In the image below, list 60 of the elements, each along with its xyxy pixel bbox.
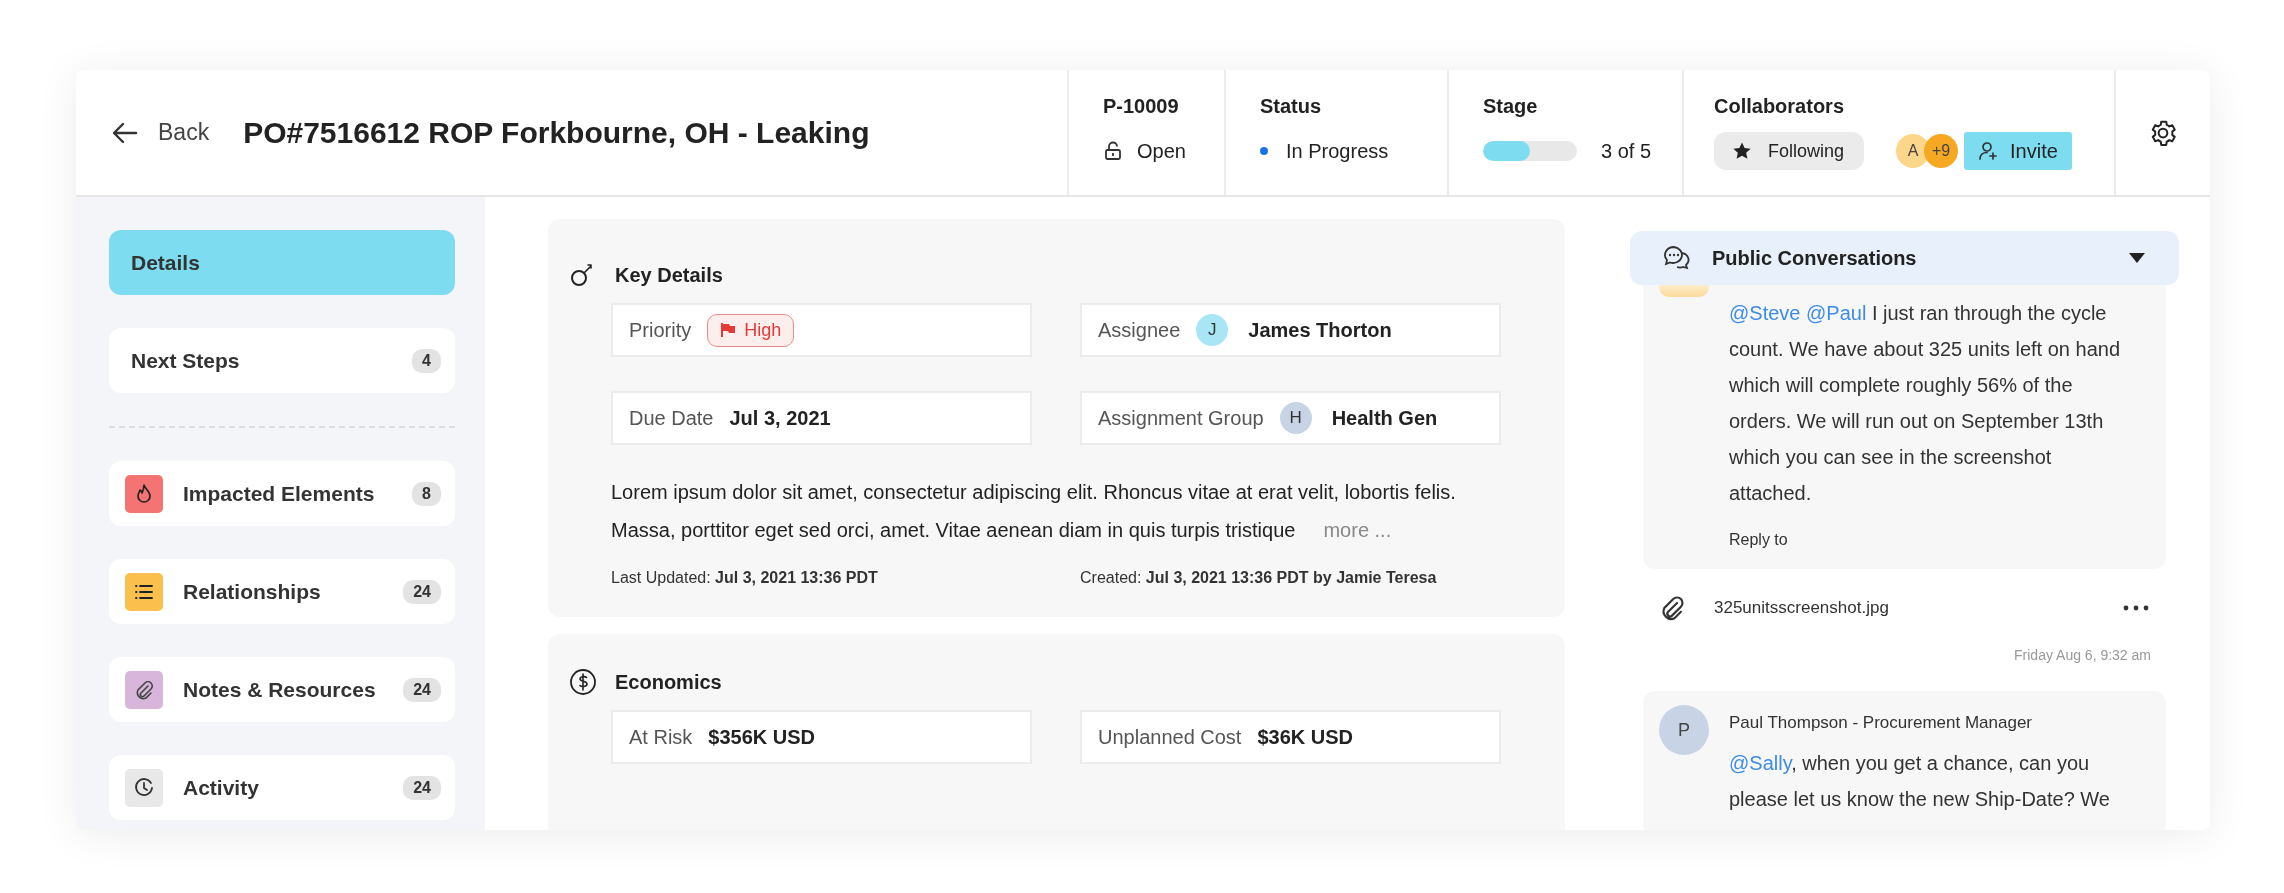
sidebar-item[interactable]: Impacted Elements 8	[109, 461, 455, 526]
user-avatar: P	[1659, 705, 1709, 755]
sidebar-item[interactable]: Notes & Resources 24	[109, 657, 455, 722]
field-label: Unplanned Cost	[1098, 725, 1242, 749]
padlock-icon	[1103, 141, 1123, 161]
caret-icon	[2127, 251, 2147, 265]
created-text: Created: Jul 3, 2021 13:36 PDT by Jamie Teresa	[1080, 569, 1438, 587]
back-arrow-icon	[112, 121, 138, 144]
field-label: Assignment Group	[1098, 406, 1264, 430]
stage-reading: 3 of 5	[1601, 139, 1652, 163]
message-text: @Steve @Paul I just ran through the cycle count. We have about 325 units left on hand which will complete roughly 56% of the orders. We will run out on September 13th which you can see in the screenshot attached.	[1729, 301, 2122, 506]
conversations-header[interactable]: Public Conversations	[1630, 231, 2179, 285]
ticket-id: P-10009	[1103, 95, 1180, 118]
more-options-button[interactable]	[2123, 605, 2149, 611]
sidebar-item[interactable]: Relationships 24	[109, 559, 455, 624]
item-count: 24	[403, 775, 441, 800]
section-title: Economics	[615, 670, 722, 694]
field-label: Assignee	[1098, 318, 1181, 342]
dollar-icon	[569, 668, 597, 696]
collaborators-label: Collaborators	[1714, 95, 1846, 118]
sidebar-item[interactable]: Next Steps 4	[109, 328, 455, 393]
stage-label: Stage	[1483, 95, 1539, 118]
page-title: PO#7516612 ROP Forkbourne, OH - Leaking	[243, 115, 870, 150]
following-button[interactable]: Following	[1714, 132, 1865, 170]
reply-link[interactable]: Reply to	[1729, 531, 2139, 549]
priority-tag: High	[707, 313, 795, 347]
invite-button[interactable]: Invite	[1964, 132, 2072, 170]
status-label: Status	[1260, 95, 1323, 118]
chat-icon	[1662, 244, 1692, 272]
message-author: Paul Thompson - Procurement Manager	[1729, 713, 2033, 733]
field-value: James Thorton	[1248, 318, 1392, 342]
collaborator-avatar[interactable]: +9	[1924, 134, 1959, 168]
item-count: 24	[403, 677, 441, 702]
field-value: Jul 3, 2021	[729, 406, 831, 430]
field-label: At Risk	[629, 725, 693, 749]
field-value: Health Gen	[1331, 406, 1438, 430]
field-label: Due Date	[629, 406, 714, 430]
person-avatar: H	[1279, 402, 1312, 434]
last-updated-text: Last Updated: Jul 3, 2021 13:36 PDT	[611, 569, 879, 587]
sidebar-item[interactable]: Details	[109, 230, 455, 295]
section-title: Key Details	[615, 263, 723, 287]
message-timestamp: Friday Aug 6, 9:32 am	[2014, 647, 2151, 663]
item-count: 24	[403, 579, 441, 604]
add-user-icon	[1978, 141, 1999, 161]
sidebar-item[interactable]: Activity 24	[109, 755, 455, 820]
ticket-state: Open	[1137, 139, 1186, 163]
description-text: Lorem ipsum dolor sit amet, consectetur adipiscing elit. Rhoncus vitae at erat velit, lobortis felis. Massa, porttitor eget sed orci, amet. Vitae aenean diam in quis turpis tristique more ...	[611, 480, 1457, 543]
status-value: In Progress	[1286, 139, 1389, 163]
field-label: Priority	[629, 318, 692, 342]
person-avatar: J	[1196, 314, 1229, 346]
item-count: 8	[412, 481, 441, 506]
message-text: @Sally, when you get a chance, can you please let us know the new Ship-Date? We	[1729, 751, 2111, 812]
attachment-link[interactable]: 325unitsscreenshot.jpg	[1714, 598, 2095, 618]
field-value: $356K USD	[708, 725, 816, 749]
flag-icon	[720, 322, 737, 338]
back-button[interactable]: Back	[112, 119, 210, 146]
status-dot	[1260, 147, 1268, 155]
item-count: 4	[412, 348, 441, 373]
field-value: $36K USD	[1257, 725, 1354, 749]
star-icon	[1732, 141, 1752, 161]
